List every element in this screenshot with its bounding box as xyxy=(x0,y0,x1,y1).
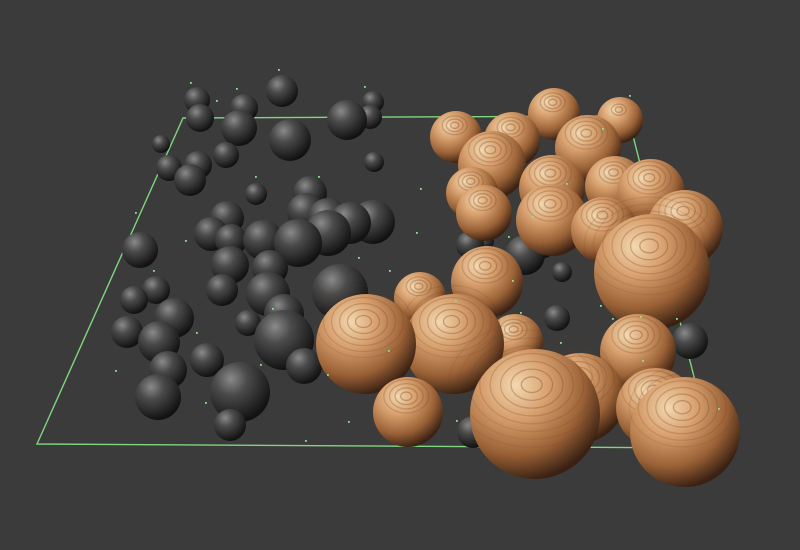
dark-blob xyxy=(213,142,239,168)
dark-blob xyxy=(174,164,206,196)
dark-blob xyxy=(266,75,298,107)
dark-blob xyxy=(552,262,572,282)
point-marker xyxy=(456,420,458,422)
3d-viewport[interactable] xyxy=(0,0,800,550)
point-marker xyxy=(190,82,192,84)
point-marker xyxy=(185,240,187,242)
dark-blob xyxy=(214,409,246,441)
point-marker xyxy=(600,305,602,307)
point-marker xyxy=(420,188,422,190)
point-marker xyxy=(205,402,207,404)
point-marker xyxy=(560,342,562,344)
point-marker xyxy=(532,216,534,218)
dark-blob xyxy=(245,183,267,205)
point-marker xyxy=(389,270,391,272)
point-marker xyxy=(216,100,218,102)
point-marker xyxy=(566,183,568,185)
bronze-blob-cluster xyxy=(314,88,740,487)
point-marker xyxy=(135,212,137,214)
point-marker xyxy=(255,176,257,178)
point-marker xyxy=(718,408,720,410)
dark-blob xyxy=(286,348,322,384)
dark-blob xyxy=(221,110,257,146)
scene-canvas xyxy=(35,69,740,487)
point-marker xyxy=(640,316,642,318)
dark-blob xyxy=(327,100,367,140)
dark-blob xyxy=(672,323,708,359)
point-marker xyxy=(348,421,350,423)
point-marker xyxy=(512,280,514,282)
point-marker xyxy=(115,370,117,372)
point-marker xyxy=(318,176,320,178)
point-marker xyxy=(612,318,614,320)
dark-blob xyxy=(122,232,158,268)
point-marker xyxy=(236,88,238,90)
point-marker xyxy=(602,128,604,130)
dark-blob xyxy=(364,152,384,172)
point-marker xyxy=(508,236,510,238)
point-marker xyxy=(388,350,390,352)
dark-blob xyxy=(152,135,170,153)
point-marker xyxy=(358,257,360,259)
point-marker xyxy=(327,374,329,376)
dark-blob xyxy=(206,274,238,306)
point-marker xyxy=(455,300,457,302)
point-marker xyxy=(676,318,678,320)
point-marker xyxy=(642,360,644,362)
point-marker xyxy=(364,86,366,88)
point-marker xyxy=(520,312,522,314)
dark-blob xyxy=(186,104,214,132)
dark-blob xyxy=(269,119,311,161)
point-marker xyxy=(153,270,155,272)
point-marker xyxy=(305,440,307,442)
point-marker xyxy=(196,332,198,334)
point-marker xyxy=(416,232,418,234)
point-marker xyxy=(272,308,274,310)
point-marker xyxy=(260,364,262,366)
dark-blob xyxy=(135,374,181,420)
point-marker xyxy=(629,95,631,97)
dark-blob xyxy=(120,286,148,314)
point-marker xyxy=(278,69,280,71)
